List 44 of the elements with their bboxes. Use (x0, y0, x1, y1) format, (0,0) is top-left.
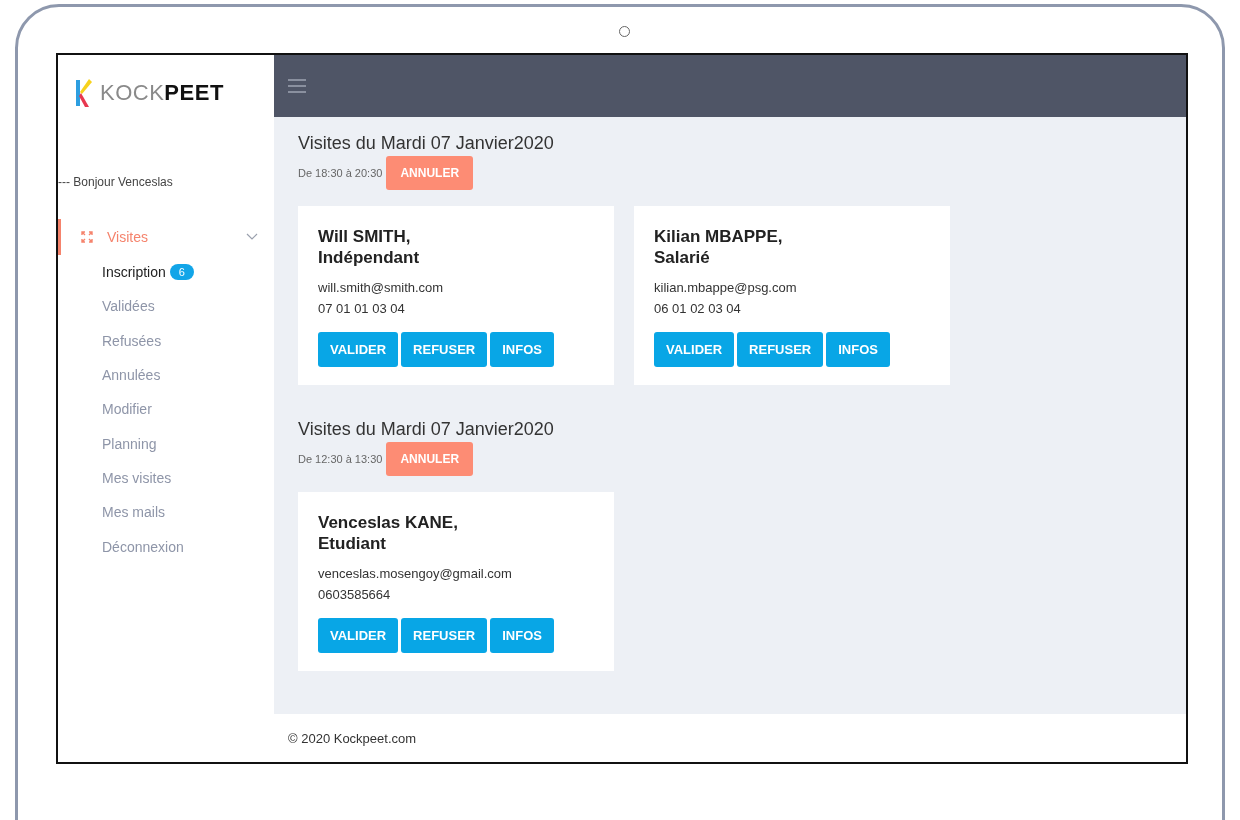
chevron-icon (246, 233, 258, 241)
action-button[interactable]: REFUSER (401, 618, 488, 653)
cancel-button[interactable]: ANNULER (386, 442, 474, 476)
section-title: Visites du Mardi 07 Janvier2020 (298, 133, 555, 154)
action-button[interactable]: INFOS (490, 618, 554, 653)
visitor-email: kilian.mbappe@psg.com (654, 280, 798, 295)
visitor-status: Indépendant (318, 247, 421, 268)
submenu-item[interactable]: Refusées (102, 332, 162, 349)
submenu-item[interactable]: Modifier (102, 401, 152, 418)
brand-name: KOCKPEET (100, 80, 224, 106)
copyright-text: © 2020 Kockpeet.com (288, 730, 417, 746)
count-badge: 6 (169, 264, 194, 281)
visitor-phone: 0603585664 (318, 587, 392, 602)
section-title: Visites du Mardi 07 Janvier2020 (298, 419, 555, 440)
action-button[interactable]: REFUSER (737, 332, 824, 367)
menu-icon[interactable] (288, 79, 306, 93)
visitor-name: Venceslas KANE, (318, 512, 459, 533)
cancel-button[interactable]: ANNULER (386, 156, 474, 190)
visitor-status: Salarié (654, 247, 711, 268)
visitor-phone: 07 01 01 03 04 (318, 301, 406, 316)
logo-icon (74, 78, 92, 108)
submenu-item[interactable]: Mes visites (102, 469, 172, 486)
visitor-name: Kilian MBAPPE, (654, 226, 784, 247)
submenu-item[interactable]: Validées (102, 298, 155, 315)
action-button[interactable]: VALIDER (654, 332, 735, 367)
visitor-name: Will SMITH, (318, 226, 412, 247)
submenu-item[interactable]: Inscription (102, 264, 166, 281)
visitor-phone: 06 01 02 03 04 (654, 301, 742, 316)
action-button[interactable]: VALIDER (318, 618, 399, 653)
action-button[interactable]: REFUSER (401, 332, 488, 367)
action-button[interactable]: VALIDER (318, 332, 399, 367)
time-range: De 18:30 à 20:30 (298, 167, 383, 179)
visitor-status: Etudiant (318, 533, 387, 554)
action-button[interactable]: INFOS (826, 332, 890, 367)
submenu-item[interactable]: Mes mails (102, 504, 165, 521)
time-range: De 12:30 à 13:30 (298, 453, 383, 465)
submenu-item[interactable]: Déconnexion (102, 538, 184, 555)
visitor-email: venceslas.mosengoy@gmail.com (318, 566, 513, 581)
visitor-email: will.smith@smith.com (318, 280, 445, 295)
submenu-item[interactable]: Annulées (102, 367, 161, 384)
submenu-item[interactable]: Planning (102, 435, 157, 452)
expand-icon (81, 231, 93, 243)
greeting-text: --- Bonjour Venceslas (58, 175, 174, 189)
action-button[interactable]: INFOS (490, 332, 554, 367)
